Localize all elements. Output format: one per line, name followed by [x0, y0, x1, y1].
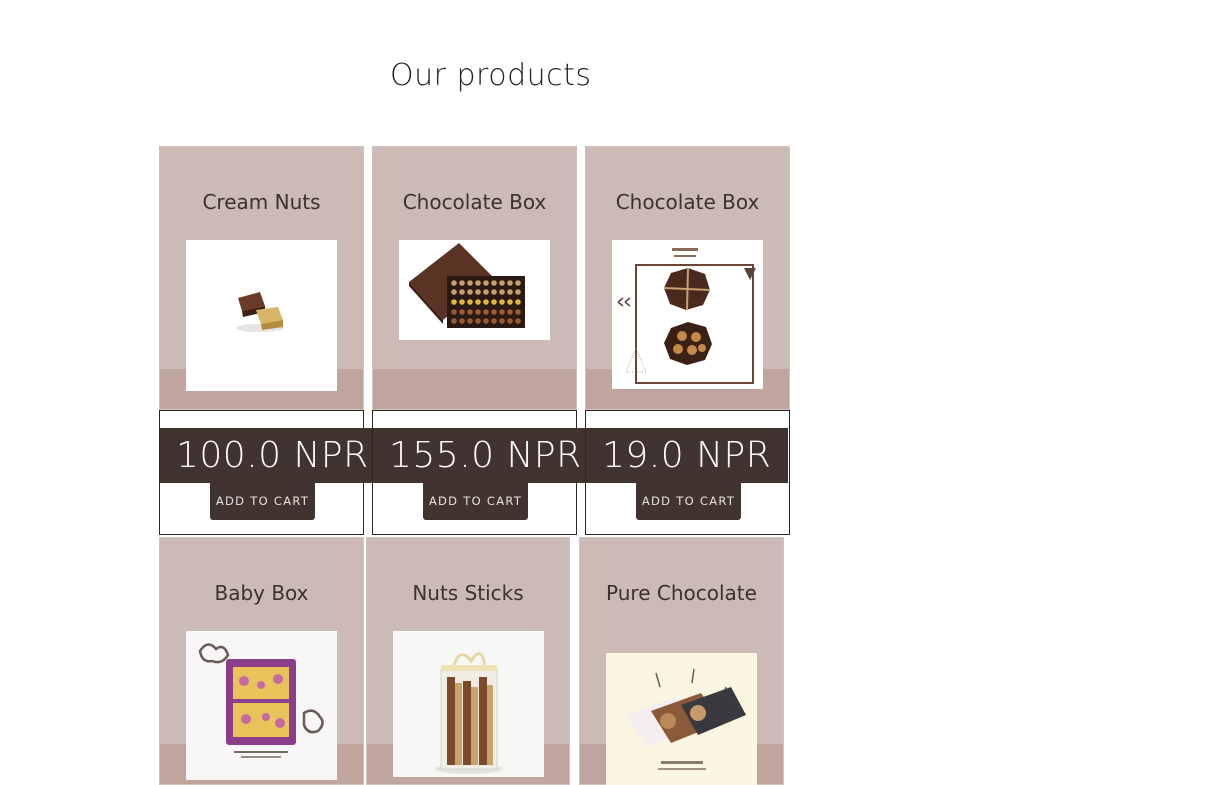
page-title: Our products — [390, 58, 592, 93]
product-footer: 100.0 NPR ADD TO CART — [159, 410, 386, 535]
product-name: Baby Box — [214, 581, 309, 605]
product-card: Cream Nuts 100.0 NPR ADD TO CART — [159, 146, 386, 535]
product-name: Chocolate Box — [615, 190, 760, 214]
product-card: Baby Box — [159, 537, 364, 785]
product-name: Cream Nuts — [202, 190, 321, 214]
chocoline-box-image[interactable] — [612, 240, 763, 389]
product-name: Chocolate Box — [402, 190, 547, 214]
product-footer: 155.0 NPR ADD TO CART — [372, 410, 599, 535]
baby-box-image[interactable] — [186, 631, 337, 780]
add-to-cart-button[interactable]: ADD TO CART — [423, 483, 528, 520]
product-card: Pure Chocolate — [579, 537, 784, 785]
add-to-cart-button[interactable]: ADD TO CART — [210, 483, 315, 520]
cream-nuts-image[interactable] — [186, 240, 337, 391]
add-to-cart-button[interactable]: ADD TO CART — [636, 483, 741, 520]
product-footer: 19.0 NPR ADD TO CART — [585, 410, 790, 535]
product-price: 100.0 NPR — [160, 428, 386, 483]
pure-chocolate-image[interactable] — [606, 653, 757, 785]
product-name: Nuts Sticks — [412, 581, 524, 605]
product-card: Chocolate Box 155.0 NPR ADD TO CART — [372, 146, 599, 535]
product-card: Chocolate Box 19.0 NPR ADD TO CART — [585, 146, 790, 535]
nuts-sticks-image[interactable] — [393, 631, 544, 777]
chocolate-box-image[interactable] — [399, 240, 550, 340]
product-card: Nuts Sticks — [366, 537, 570, 785]
product-price: 19.0 NPR — [586, 428, 789, 483]
product-name: Pure Chocolate — [606, 581, 757, 605]
product-price: 155.0 NPR — [373, 428, 599, 483]
